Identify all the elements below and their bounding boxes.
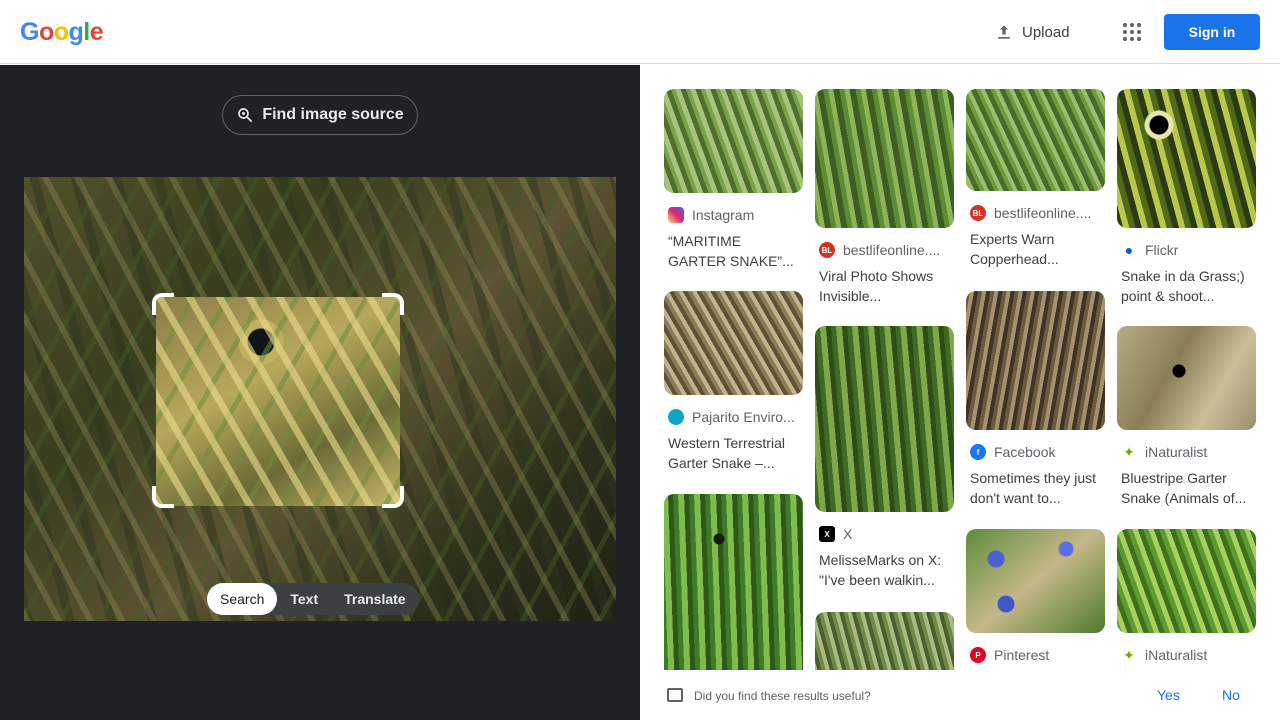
result-card[interactable]: X X MelisseMarks on X: "I've been walkin…	[815, 326, 954, 590]
x-icon: X	[819, 526, 835, 542]
result-title[interactable]: Sometimes they just don't want to...	[966, 468, 1105, 508]
crop-handle-top-left[interactable]	[152, 293, 174, 315]
result-card[interactable]: Instagram “MARITIME GARTER SNAKE”...	[664, 89, 803, 271]
bestlifeonline-icon: BL	[819, 242, 835, 258]
result-source-label: Instagram	[692, 207, 755, 223]
result-thumbnail[interactable]	[1117, 326, 1256, 430]
feedback-icon	[667, 688, 683, 702]
mode-switch: Search Text Translate	[207, 583, 419, 615]
result-card[interactable]: ✦ iNaturalist	[1117, 529, 1256, 663]
result-thumbnail[interactable]	[1117, 529, 1256, 633]
result-source-label: X	[843, 526, 853, 542]
pajarito-icon	[668, 409, 684, 425]
lens-search-icon	[238, 108, 253, 122]
result-source: Instagram	[664, 207, 803, 223]
result-source: P Pinterest	[966, 647, 1105, 663]
logo-letter: G	[20, 18, 39, 46]
result-thumbnail[interactable]	[966, 89, 1105, 191]
sign-in-button[interactable]: Sign in	[1164, 14, 1260, 50]
result-source-label: iNaturalist	[1145, 444, 1208, 460]
result-thumbnail[interactable]	[815, 89, 954, 228]
mode-translate-tab[interactable]: Translate	[331, 583, 418, 615]
result-source-label: Facebook	[994, 444, 1056, 460]
result-source: BL bestlifeonline....	[815, 242, 954, 258]
result-title[interactable]: Viral Photo Shows Invisible...	[815, 266, 954, 306]
result-thumbnail[interactable]	[815, 326, 954, 512]
inaturalist-icon: ✦	[1123, 647, 1135, 663]
result-title[interactable]: Experts Warn Copperhead...	[966, 229, 1105, 269]
crop-selection[interactable]	[156, 297, 400, 506]
feedback-question: Did you find these results useful?	[694, 689, 871, 703]
logo-letter: g	[68, 18, 84, 46]
upload-icon	[998, 25, 1010, 39]
result-title[interactable]: MelisseMarks on X: "I've been walkin...	[815, 550, 954, 590]
result-title[interactable]: Bluestripe Garter Snake (Animals of...	[1117, 468, 1256, 508]
mode-text-tab[interactable]: Text	[277, 583, 331, 615]
visual-matches-pane: Instagram “MARITIME GARTER SNAKE”... Paj…	[640, 65, 1280, 670]
feedback-bar: Did you find these results useful? Yes N…	[640, 670, 1280, 720]
find-image-source-label: Find image source	[262, 106, 404, 123]
result-title[interactable]: “MARITIME GARTER SNAKE”...	[664, 231, 803, 271]
result-title[interactable]: Snake in da Grass;) point & shoot...	[1117, 266, 1256, 306]
crop-handle-bottom-left[interactable]	[152, 486, 174, 508]
result-title[interactable]: Western Terrestrial Garter Snake –...	[664, 433, 803, 473]
instagram-icon	[668, 207, 684, 223]
inaturalist-icon: ✦	[1123, 444, 1135, 460]
result-card[interactable]: f Facebook Sometimes they just don't wan…	[966, 291, 1105, 508]
upload-button[interactable]: Upload	[982, 14, 1082, 50]
result-source: ● Flickr	[1117, 242, 1256, 258]
google-logo[interactable]: Google	[20, 18, 104, 47]
result-source: X X	[815, 526, 954, 542]
pinterest-icon: P	[970, 647, 986, 663]
crop-handle-top-right[interactable]	[382, 293, 404, 315]
result-card[interactable]: BL bestlifeonline.... Viral Photo Shows …	[815, 89, 954, 306]
result-thumbnail[interactable]	[966, 291, 1105, 430]
result-card[interactable]: P Pinterest	[966, 529, 1105, 663]
result-source-label: Flickr	[1145, 242, 1179, 258]
flickr-icon: ●	[1124, 242, 1134, 258]
result-source: f Facebook	[966, 444, 1105, 460]
result-source: ✦ iNaturalist	[1117, 444, 1256, 460]
mode-search-tab[interactable]: Search	[207, 583, 278, 615]
result-card[interactable]: ✦ iNaturalist Bluestripe Garter Snake (A…	[1117, 326, 1256, 508]
crop-handle-bottom-right[interactable]	[382, 486, 404, 508]
google-apps-icon[interactable]	[1116, 16, 1148, 48]
result-thumbnail[interactable]	[664, 494, 803, 670]
result-source: ✦ iNaturalist	[1117, 647, 1256, 663]
result-thumbnail[interactable]	[1117, 89, 1256, 228]
find-image-source-button[interactable]: Find image source	[222, 95, 418, 135]
result-source-label: Pajarito Enviro...	[692, 409, 795, 425]
result-thumbnail[interactable]	[664, 89, 803, 193]
feedback-no-button[interactable]: No	[1222, 687, 1240, 703]
upload-label: Upload	[1022, 23, 1070, 41]
result-source-label: bestlifeonline....	[843, 242, 941, 258]
result-source-label: bestlifeonline....	[994, 205, 1092, 221]
result-card[interactable]	[815, 612, 954, 670]
result-card[interactable]: ● Flickr Snake in da Grass;) point & sho…	[1117, 89, 1256, 306]
top-bar: Google Upload Sign in	[0, 0, 1280, 64]
logo-letter: e	[89, 18, 104, 46]
result-source-label: iNaturalist	[1145, 647, 1208, 663]
logo-letter: o	[38, 18, 54, 46]
result-thumbnail[interactable]	[815, 612, 954, 670]
result-card[interactable]: BL bestlifeonline.... Experts Warn Coppe…	[966, 89, 1105, 269]
result-card[interactable]	[664, 494, 803, 670]
result-thumbnail[interactable]	[664, 291, 803, 395]
result-source: Pajarito Enviro...	[664, 409, 803, 425]
result-source: BL bestlifeonline....	[966, 205, 1105, 221]
facebook-icon: f	[970, 444, 986, 460]
logo-letter: o	[53, 18, 69, 46]
feedback-yes-button[interactable]: Yes	[1157, 687, 1180, 703]
bestlifeonline-icon: BL	[970, 205, 986, 221]
result-thumbnail[interactable]	[966, 529, 1105, 633]
result-source-label: Pinterest	[994, 647, 1050, 663]
result-card[interactable]: Pajarito Enviro... Western Terrestrial G…	[664, 291, 803, 473]
